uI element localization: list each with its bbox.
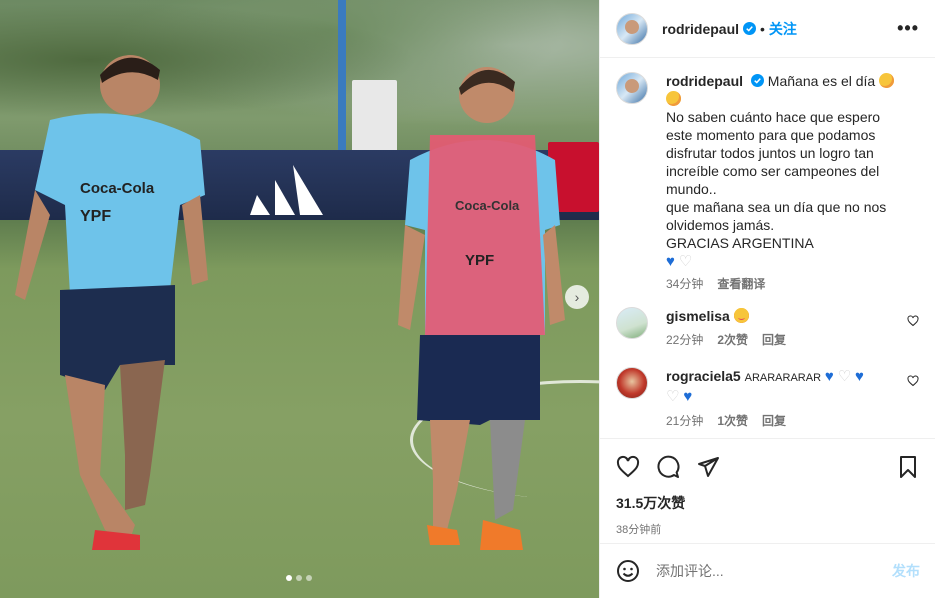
author-avatar[interactable] (616, 72, 648, 104)
caption: rodridepaul Mañana es el día No saben cu… (616, 72, 919, 293)
caption-meta: 34分钟 查看翻译 (666, 275, 919, 293)
caption-username[interactable]: rodridepaul (666, 73, 743, 89)
player-left-figure: Coca-Cola YPF (15, 55, 208, 550)
comment-like-icon[interactable] (907, 315, 919, 327)
post-header: rodridepaul • 关注 ••• (600, 0, 935, 58)
comment-body: rograciela5 ARARARARAR ♥ ♡ ♥ ♡ ♥ 21分钟 1次… (666, 367, 919, 430)
likes-count[interactable]: 31.5万次赞 (616, 493, 920, 513)
reply-button[interactable]: 回复 (762, 331, 786, 349)
white-heart-emoji-icon: ♡ (837, 368, 852, 385)
comments-list: rodridepaul Mañana es el día No saben cu… (600, 58, 935, 433)
bookmark-icon[interactable] (896, 455, 920, 479)
svg-text:Coca-Cola: Coca-Cola (455, 198, 520, 213)
white-heart-emoji-icon: ♡ (666, 388, 680, 405)
verified-badge-icon (750, 74, 764, 87)
share-icon[interactable] (696, 455, 720, 479)
comment-body: gismelisa 22分钟 2次赞 回复 (666, 307, 919, 349)
caption-text: No saben cuánto hace que espero este mom… (666, 109, 887, 251)
comment-username[interactable]: rograciela5 (666, 368, 741, 384)
comment-likes[interactable]: 1次赞 (717, 412, 748, 430)
blue-heart-emoji-icon: ♥ (855, 368, 864, 385)
svg-text:Coca-Cola: Coca-Cola (80, 180, 155, 197)
player-right-figure: Coca-Cola YPF (398, 67, 565, 550)
carousel-dot (306, 575, 312, 581)
svg-text:YPF: YPF (465, 252, 494, 269)
blue-heart-emoji-icon: ♥ (683, 388, 693, 405)
pleading-face-emoji-icon (879, 73, 895, 88)
commenter-avatar[interactable] (616, 307, 648, 339)
heart-eyes-emoji-icon (733, 308, 749, 323)
comment-icon[interactable] (656, 455, 680, 479)
post-side-panel: rodridepaul • 关注 ••• rodridepaul Mañana … (599, 0, 935, 598)
comment-time: 22分钟 (666, 333, 704, 347)
svg-text:YPF: YPF (80, 208, 111, 225)
comment-meta: 22分钟 2次赞 回复 (666, 331, 919, 349)
comment-item: gismelisa 22分钟 2次赞 回复 (616, 307, 919, 349)
separator-dot: • (760, 20, 765, 37)
comment-text: ARARARARAR (744, 372, 822, 384)
carousel-dots (286, 575, 312, 581)
comment-meta: 21分钟 1次赞 回复 (666, 412, 919, 430)
comment-input[interactable] (656, 563, 892, 579)
white-heart-emoji-icon: ♡ (678, 253, 693, 270)
pleading-face-emoji-icon (666, 91, 681, 106)
chevron-right-icon: › (574, 289, 580, 305)
comment-composer: 发布 (600, 543, 935, 598)
comment-time: 21分钟 (666, 414, 704, 428)
comment-like-icon[interactable] (907, 375, 919, 387)
follow-button[interactable]: 关注 (769, 19, 797, 39)
action-icons (616, 447, 920, 487)
comment-item: rograciela5 ARARARARAR ♥ ♡ ♥ ♡ ♥ 21分钟 1次… (616, 367, 919, 430)
more-options-icon[interactable]: ••• (897, 18, 919, 39)
author-avatar[interactable] (616, 12, 648, 45)
commenter-avatar[interactable] (616, 367, 648, 399)
emoji-icon[interactable] (616, 559, 640, 583)
post-actions: 31.5万次赞 38分钟前 (600, 438, 935, 558)
heart-icon[interactable] (616, 455, 640, 479)
post-photo[interactable]: Coca-Cola YPF Coca-Cola YPF › (0, 0, 599, 598)
carousel-dot (286, 575, 292, 581)
verified-badge-icon (743, 22, 757, 35)
caption-first-line: Mañana es el día (767, 73, 876, 89)
translate-link[interactable]: 查看翻译 (717, 275, 765, 293)
reply-button[interactable]: 回复 (762, 412, 786, 430)
post-comment-button[interactable]: 发布 (892, 561, 920, 581)
next-slide-button[interactable]: › (565, 285, 589, 309)
caption-body: rodridepaul Mañana es el día No saben cu… (666, 72, 919, 293)
carousel-dot (296, 575, 302, 581)
caption-time: 34分钟 (666, 277, 704, 291)
blue-heart-emoji-icon: ♥ (824, 368, 834, 385)
comment-username[interactable]: gismelisa (666, 308, 730, 324)
author-username[interactable]: rodridepaul (662, 21, 739, 37)
blue-heart-emoji-icon: ♥ (666, 253, 675, 270)
comment-likes[interactable]: 2次赞 (717, 331, 748, 349)
post-timestamp: 38分钟前 (616, 524, 662, 536)
adidas-logo-icon (250, 165, 323, 215)
